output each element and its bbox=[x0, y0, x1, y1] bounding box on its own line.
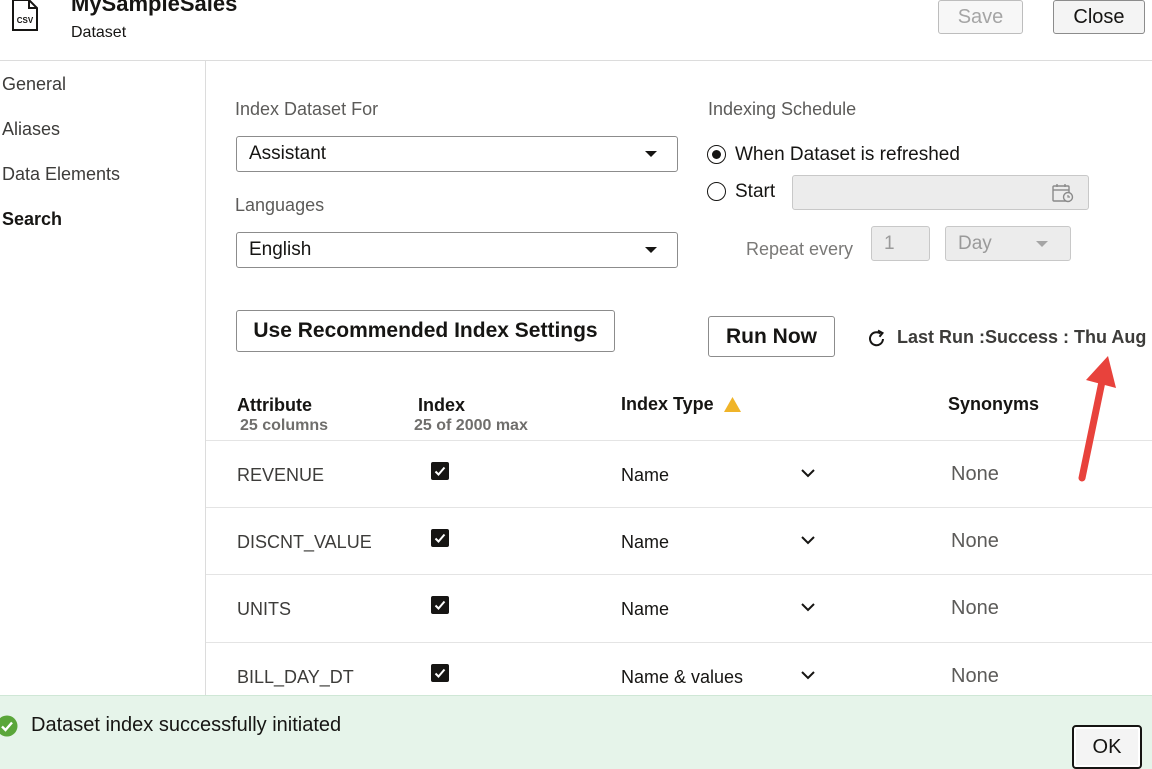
attribute-name: UNITS bbox=[237, 599, 291, 619]
caret-down-icon bbox=[645, 247, 657, 253]
refresh-icon[interactable] bbox=[866, 328, 888, 350]
toast-message: Dataset index successfully initiated bbox=[31, 714, 342, 736]
column-header-index-type: Index Type bbox=[621, 394, 714, 414]
index-type-value[interactable]: Name bbox=[621, 599, 669, 620]
languages-select[interactable]: English bbox=[236, 232, 678, 268]
csv-file-icon: CSV bbox=[12, 0, 38, 31]
sidebar-item-general[interactable]: General bbox=[2, 74, 66, 95]
success-check-icon bbox=[0, 715, 18, 737]
check-icon bbox=[434, 466, 446, 476]
radio-when-refreshed-label: When Dataset is refreshed bbox=[735, 144, 960, 165]
column-header-synonyms: Synonyms bbox=[948, 394, 1040, 414]
index-checkbox[interactable] bbox=[431, 462, 449, 480]
index-for-label: Index Dataset For bbox=[235, 99, 379, 119]
radio-when-refreshed[interactable] bbox=[707, 145, 726, 164]
save-button[interactable]: Save bbox=[938, 0, 1023, 34]
index-for-select[interactable]: Assistant bbox=[236, 136, 678, 172]
close-button[interactable]: Close bbox=[1053, 0, 1145, 34]
repeat-unit-select[interactable]: Day bbox=[945, 226, 1071, 261]
run-now-button[interactable]: Run Now bbox=[708, 316, 835, 357]
attribute-name: DISCNT_VALUE bbox=[237, 532, 372, 552]
start-date-input[interactable] bbox=[792, 175, 1089, 210]
index-type-value[interactable]: Name bbox=[621, 465, 669, 486]
chevron-down-icon[interactable] bbox=[800, 669, 816, 681]
calendar-icon bbox=[1052, 184, 1074, 203]
repeat-every-label: Repeat every bbox=[746, 239, 854, 259]
check-icon bbox=[434, 533, 446, 543]
languages-value: English bbox=[249, 239, 312, 260]
repeat-unit-value: Day bbox=[958, 232, 992, 254]
success-toast: Dataset index successfully initiated OK bbox=[0, 695, 1152, 769]
sidebar-item-data-elements[interactable]: Data Elements bbox=[2, 164, 120, 185]
row-divider bbox=[206, 574, 1152, 575]
row-divider bbox=[206, 507, 1152, 508]
file-badge: CSV bbox=[17, 16, 34, 25]
synonyms-value[interactable]: None bbox=[951, 463, 999, 486]
chevron-down-icon[interactable] bbox=[800, 601, 816, 613]
annotation-arrow-icon bbox=[1078, 356, 1116, 482]
dataset-inspector: CSV MySampleSales Dataset Save Close Gen… bbox=[0, 0, 1152, 769]
attribute-name: REVENUE bbox=[237, 465, 325, 485]
radio-start[interactable] bbox=[707, 182, 726, 201]
index-checkbox[interactable] bbox=[431, 596, 449, 614]
index-type-value[interactable]: Name & values bbox=[621, 667, 743, 688]
index-for-value: Assistant bbox=[249, 143, 327, 164]
dataset-subtitle: Dataset bbox=[71, 24, 127, 41]
sidebar: General Aliases Data Elements Search bbox=[0, 61, 206, 695]
index-type-value[interactable]: Name bbox=[621, 532, 669, 553]
index-checkbox[interactable] bbox=[431, 664, 449, 682]
header: CSV MySampleSales Dataset Save Close bbox=[0, 0, 1152, 61]
schedule-label: Indexing Schedule bbox=[708, 99, 857, 119]
column-header-attribute: Attribute bbox=[237, 395, 312, 415]
check-icon bbox=[434, 668, 446, 678]
column-header-index: Index bbox=[418, 395, 466, 415]
languages-label: Languages bbox=[235, 195, 325, 215]
use-recommended-settings-button[interactable]: Use Recommended Index Settings bbox=[236, 310, 615, 352]
attribute-count: 25 columns bbox=[240, 417, 329, 434]
warning-icon[interactable] bbox=[723, 396, 742, 413]
sidebar-item-aliases[interactable]: Aliases bbox=[2, 119, 60, 140]
synonyms-value[interactable]: None bbox=[951, 597, 999, 620]
chevron-down-icon[interactable] bbox=[800, 467, 816, 479]
radio-start-label: Start bbox=[735, 181, 776, 202]
caret-down-icon bbox=[1036, 241, 1048, 247]
attribute-name: BILL_DAY_DT bbox=[237, 667, 354, 687]
sidebar-item-search[interactable]: Search bbox=[2, 209, 62, 230]
dataset-title: MySampleSales bbox=[71, 0, 238, 16]
check-icon bbox=[434, 600, 446, 610]
row-divider bbox=[206, 440, 1152, 441]
chevron-down-icon[interactable] bbox=[800, 534, 816, 546]
caret-down-icon bbox=[645, 151, 657, 157]
synonyms-value[interactable]: None bbox=[951, 530, 999, 553]
index-count: 25 of 2000 max bbox=[414, 417, 528, 434]
row-divider bbox=[206, 642, 1152, 643]
index-checkbox[interactable] bbox=[431, 529, 449, 547]
ok-button[interactable]: OK bbox=[1072, 725, 1142, 769]
synonyms-value[interactable]: None bbox=[951, 665, 999, 688]
repeat-count-input[interactable]: 1 bbox=[871, 226, 930, 261]
last-run-status: Last Run :Success : Thu Aug 2 bbox=[897, 327, 1152, 347]
